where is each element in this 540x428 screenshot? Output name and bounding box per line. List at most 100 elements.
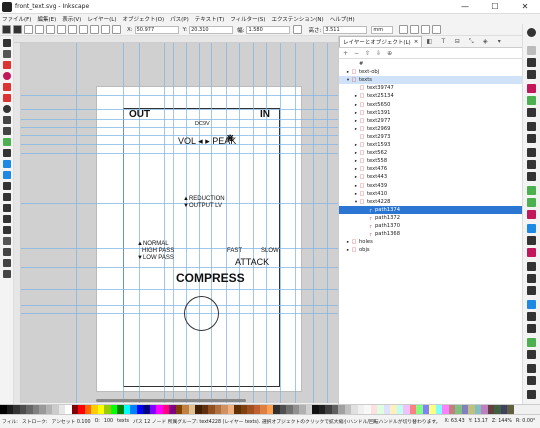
paint-bucket-tool-icon[interactable] <box>3 193 11 201</box>
label-fast[interactable]: FAST <box>227 248 242 254</box>
measure-tool-icon[interactable] <box>3 248 11 256</box>
menu-extensions[interactable]: エクステンション(N) <box>271 15 323 23</box>
zoom-tool-icon[interactable] <box>3 259 11 267</box>
menu-path[interactable]: パス(P) <box>170 15 189 23</box>
footswitch-hole[interactable] <box>184 296 219 331</box>
calligraphy-tool-icon[interactable] <box>3 138 11 146</box>
zoom-icon[interactable] <box>527 186 536 195</box>
circle-tool-icon[interactable] <box>3 72 11 80</box>
tree-row[interactable]: ▸ □ text2969 <box>339 125 523 133</box>
eraser-tool-icon[interactable] <box>3 226 11 234</box>
height-input[interactable]: 3.511 <box>323 25 368 34</box>
guide-line[interactable] <box>239 43 240 403</box>
menu-edit[interactable]: 編集(E) <box>37 15 56 23</box>
vertical-ruler[interactable] <box>14 43 21 403</box>
flip-horizontal-icon[interactable] <box>57 25 66 34</box>
label-in[interactable]: IN <box>260 109 270 120</box>
menu-object[interactable]: オブジェクト(O) <box>123 15 165 23</box>
zoom-drawing-icon[interactable] <box>527 198 536 207</box>
selected-glyph-icon[interactable]: ⋇ <box>226 133 234 144</box>
spray-tool-icon[interactable] <box>3 215 11 223</box>
tab-close-icon[interactable]: × <box>414 39 419 45</box>
search-icon[interactable]: ⊕ <box>387 50 392 57</box>
guide-line[interactable] <box>21 313 338 314</box>
import-icon[interactable] <box>527 96 536 105</box>
text-font-icon[interactable] <box>527 300 536 309</box>
tree-row[interactable]: □ text39747 <box>339 84 523 92</box>
label-dc9v[interactable]: DC9V <box>195 121 210 127</box>
panel-menu-icon[interactable]: ▾ <box>492 36 506 47</box>
tree-row[interactable]: ▸ □ text443 <box>339 173 523 181</box>
label-high-pass[interactable]: HIGH PASS <box>142 248 174 254</box>
tree-row[interactable]: ┌ path1368 <box>339 230 523 238</box>
guide-line[interactable] <box>173 43 174 403</box>
align-tab-icon[interactable]: ⊟ <box>450 36 464 47</box>
guide-line[interactable] <box>253 43 254 403</box>
label-attack[interactable]: ATTACK <box>235 257 269 267</box>
units-select[interactable]: mm <box>371 25 394 34</box>
maximize-button[interactable]: ☐ <box>480 0 510 14</box>
guide-line[interactable] <box>21 305 338 306</box>
layers-icon[interactable] <box>527 312 536 321</box>
star-tool-icon[interactable] <box>3 83 11 91</box>
y-input[interactable]: 20.310 <box>189 25 234 34</box>
guide-line[interactable] <box>327 43 328 403</box>
flip-vertical-icon[interactable] <box>68 25 77 34</box>
group-icon[interactable] <box>527 262 536 271</box>
duplicate-icon[interactable] <box>527 224 536 233</box>
label-slow[interactable]: SLOW <box>261 248 279 254</box>
guide-line[interactable] <box>21 127 338 128</box>
paste-icon[interactable] <box>527 172 536 181</box>
color-swatch[interactable] <box>507 405 514 414</box>
move-patterns-icon[interactable] <box>432 25 442 34</box>
symbols-icon[interactable] <box>527 376 536 385</box>
node-tool-icon[interactable] <box>3 50 11 58</box>
guide-line[interactable] <box>76 43 77 403</box>
guide-line[interactable] <box>21 203 338 204</box>
guide-line[interactable] <box>226 43 227 403</box>
document-properties-icon[interactable] <box>527 364 536 373</box>
rotate-cw-icon[interactable] <box>46 25 55 34</box>
mesh-tool-icon[interactable] <box>3 171 11 179</box>
tree-row[interactable]: ┌ path1372 <box>339 214 523 222</box>
tree-row[interactable]: ▸ □ text1391 <box>339 109 523 117</box>
guide-line[interactable] <box>313 43 314 403</box>
copy-icon[interactable] <box>527 148 536 157</box>
guide-line[interactable] <box>123 43 124 403</box>
tree-row[interactable]: ▸ □ holes <box>339 238 523 246</box>
tree-row[interactable]: ▸ □ text25134 <box>339 92 523 100</box>
tree-row[interactable]: ▸ □ text410 <box>339 190 523 198</box>
guide-line[interactable] <box>199 43 200 403</box>
label-low-pass[interactable]: ▼LOW PASS <box>137 255 174 261</box>
pages-tool-icon[interactable] <box>3 270 11 278</box>
guide-line[interactable] <box>280 43 281 403</box>
tree-row[interactable]: ▸ □ objs <box>339 246 523 254</box>
fill-stroke-tab-icon[interactable]: ◧ <box>422 36 436 47</box>
guide-line[interactable] <box>295 43 296 403</box>
transform-tab-icon[interactable]: ⤡ <box>464 36 478 47</box>
tree-row[interactable]: ▸ □ text2977 <box>339 117 523 125</box>
tab-layers-objects[interactable]: レイヤーとオブジェクト(L) × <box>339 36 423 47</box>
guide-line[interactable] <box>139 43 140 403</box>
export-icon[interactable] <box>527 108 536 117</box>
print-icon[interactable] <box>527 84 536 93</box>
lower-icon[interactable]: ⇩ <box>376 50 381 57</box>
scale-stroke-icon[interactable] <box>399 25 409 34</box>
rotation-value[interactable]: R: 0.00° <box>516 419 535 424</box>
tree-row[interactable]: ▸ □ text558 <box>339 157 523 165</box>
settings-icon[interactable] <box>527 28 536 37</box>
horizontal-scrollbar[interactable] <box>96 399 246 402</box>
guide-line[interactable] <box>21 119 338 120</box>
tree-row[interactable]: ┌ path1374 <box>339 205 523 214</box>
menu-layer[interactable]: レイヤー(L) <box>87 15 116 23</box>
menu-text[interactable]: テキスト(T) <box>195 15 225 23</box>
ungroup-icon[interactable] <box>527 274 536 283</box>
lock-icon[interactable] <box>293 25 303 34</box>
raise-icon[interactable] <box>90 25 99 34</box>
close-button[interactable]: ✕ <box>510 0 540 14</box>
guide-line[interactable] <box>164 43 165 403</box>
layer-select[interactable]: texts <box>117 419 129 424</box>
zoom-value[interactable]: Z: 144% <box>492 419 512 424</box>
redo-icon[interactable] <box>527 134 536 143</box>
text-tab-icon[interactable]: T <box>436 36 450 47</box>
